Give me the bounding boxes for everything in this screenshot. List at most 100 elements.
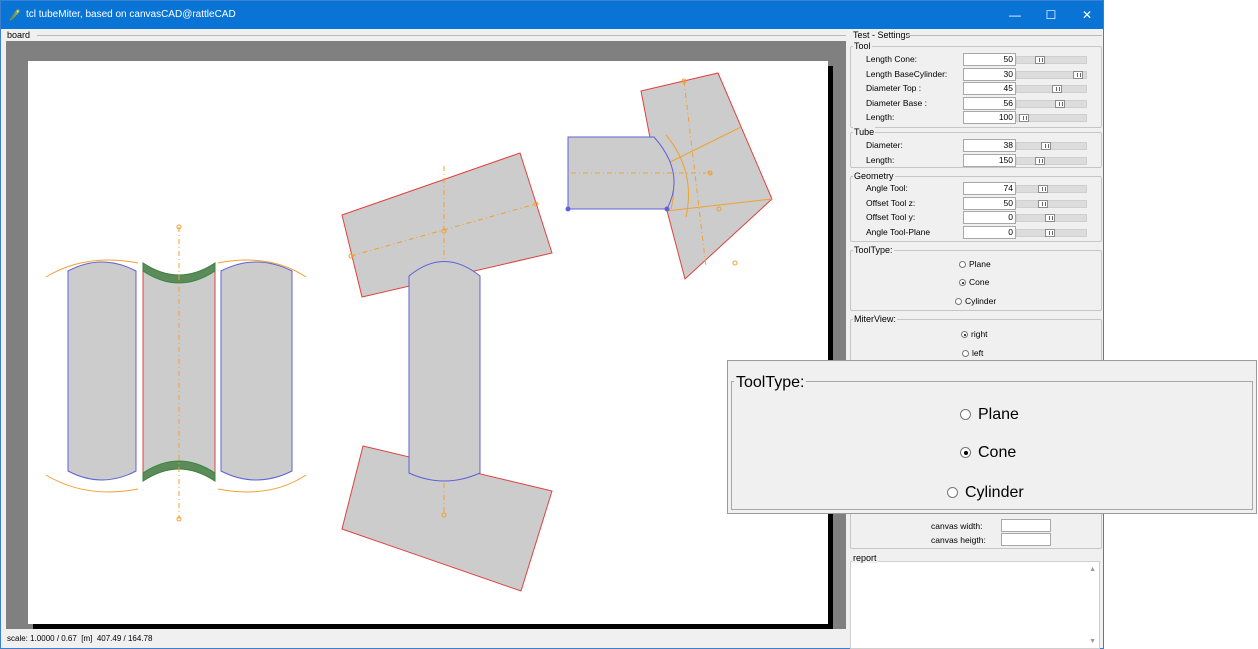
slider-thumb[interactable] (1055, 99, 1065, 108)
geometry-param-slider[interactable] (1016, 214, 1087, 222)
canvas-drawing[interactable] (6, 41, 846, 629)
radio-left[interactable] (962, 350, 969, 357)
tool-param-slider[interactable] (1016, 56, 1087, 64)
status-bar: scale: 1.0000 / 0.67 [m] 407.49 / 164.78 (7, 634, 153, 643)
canvas-width-field[interactable] (1001, 519, 1051, 532)
geometry-param-label: Offset Tool y: (866, 212, 916, 222)
zoom-radio-plane-label: Plane (978, 406, 1019, 423)
tool-param-row: Length BaseCylinder: 30 (851, 67, 1101, 81)
tube-param-value-field[interactable]: 150 (963, 153, 1016, 167)
radio-cone-label: Cone (969, 277, 990, 287)
app-window: tcl tubeMiter, based on canvasCAD@rattle… (0, 0, 1104, 649)
radio-plane-label: Plane (969, 259, 991, 269)
miterview-group: MiterView: right left (850, 314, 1102, 363)
slider-thumb[interactable] (1045, 228, 1055, 237)
tool-param-value-field[interactable]: 30 (963, 67, 1016, 81)
tool-param-label: Diameter Base : (866, 97, 927, 108)
tooltype-group: ToolType: Plane Cone Cylinder (850, 245, 1102, 311)
tube-param-slider[interactable] (1016, 142, 1087, 150)
tube-vertical (408, 261, 481, 482)
tool-param-value-field[interactable]: 56 (963, 96, 1016, 110)
geometry-group-label: Geometry (853, 171, 895, 181)
radio-left-label: left (972, 348, 984, 358)
minimize-button[interactable]: — (997, 1, 1033, 29)
tube-group-label: Tube (853, 127, 876, 137)
radio-cone[interactable] (959, 279, 966, 286)
geometry-param-row: Offset Tool z: 50 (851, 196, 1101, 210)
slider-thumb[interactable] (1041, 142, 1051, 150)
zoom-radio-cylinder[interactable] (947, 487, 958, 498)
tool-param-slider[interactable] (1016, 114, 1087, 122)
tool-param-value-field[interactable]: 100 (963, 111, 1016, 124)
slider-thumb[interactable] (1019, 114, 1029, 122)
geometry-param-slider[interactable] (1016, 228, 1087, 237)
geometry-param-slider[interactable] (1016, 199, 1087, 208)
tool-param-value-field[interactable]: 50 (963, 53, 1016, 66)
miterview-group-label: MiterView: (853, 314, 897, 324)
tool-group-label: Tool (853, 41, 872, 51)
title-bar[interactable]: tcl tubeMiter, based on canvasCAD@rattle… (1, 1, 1103, 29)
slider-thumb[interactable] (1038, 199, 1048, 208)
tooltype-zoom-callout: ToolType: Plane Cone Cylinder (727, 360, 1257, 514)
geometry-param-value-field[interactable]: 0 (963, 225, 1016, 239)
zoom-radio-plane[interactable] (960, 409, 971, 420)
tool-param-row: Diameter Base : 56 (851, 96, 1101, 110)
tool-param-slider[interactable] (1016, 85, 1087, 93)
geometry-param-label: Offset Tool z: (866, 197, 916, 208)
geometry-param-slider[interactable] (1016, 185, 1087, 193)
feather-icon (9, 9, 20, 21)
slider-thumb[interactable] (1038, 185, 1048, 193)
geometry-param-value-field[interactable]: 74 (963, 182, 1016, 195)
zoom-radio-cylinder-label: Cylinder (965, 484, 1024, 501)
tube-group: Tube Diameter: 38 Length: 150 (850, 127, 1102, 168)
radio-right[interactable] (961, 331, 968, 338)
tool-param-value-field[interactable]: 45 (963, 82, 1016, 95)
settings-title: Test - Settings (853, 30, 911, 40)
geometry-param-value-field[interactable]: 0 (963, 211, 1016, 224)
geometry-param-value-field[interactable]: 50 (963, 196, 1016, 210)
geometry-group: Geometry Angle Tool: 74 Offset Tool z: 50 Of… (850, 171, 1102, 242)
geometry-param-row: Angle Tool-Plane 0 (851, 225, 1101, 239)
slider-thumb[interactable] (1045, 214, 1055, 222)
scroll-down-icon[interactable]: ▼ (1089, 638, 1096, 646)
tool-param-row: Diameter Top : 45 (851, 82, 1101, 95)
tube-param-slider[interactable] (1016, 156, 1087, 165)
slider-thumb[interactable] (1035, 156, 1045, 165)
tool-param-row: Length: 100 (851, 111, 1101, 124)
zoom-tooltype-label: ToolType: (734, 374, 807, 391)
tube-param-row: Length: 150 (851, 153, 1101, 167)
tooltype-group-label: ToolType: (853, 245, 894, 255)
radio-plane[interactable] (959, 261, 966, 268)
geometry-param-label: Angle Tool-Plane (866, 226, 931, 237)
zoom-radio-cone[interactable] (960, 447, 971, 458)
status-group: canvas width: canvas heigth: (850, 513, 1102, 549)
tool-param-slider[interactable] (1016, 99, 1087, 108)
report-text-area[interactable]: ▲ ▼ (850, 561, 1100, 649)
tube-param-label: Length: (866, 154, 895, 165)
slider-thumb[interactable] (1052, 85, 1062, 93)
window-title: tcl tubeMiter, based on canvasCAD@rattle… (26, 9, 236, 20)
settings-frame-line (907, 35, 1102, 36)
canvas-width-label: canvas width: (931, 521, 983, 531)
geometry-param-row: Angle Tool: 74 (851, 182, 1101, 195)
canvas-height-field[interactable] (1001, 533, 1051, 546)
maximize-button[interactable]: ☐ (1033, 1, 1069, 29)
tool-param-label: Length BaseCylinder: (866, 68, 948, 79)
slider-thumb[interactable] (1073, 70, 1083, 79)
close-button[interactable]: ✕ (1069, 1, 1105, 29)
scroll-up-icon[interactable]: ▲ (1089, 566, 1096, 574)
report-label: report (852, 553, 878, 563)
radio-cylinder[interactable] (955, 298, 962, 305)
tool-param-label: Length Cone: (866, 54, 918, 64)
tool-param-row: Length Cone: 50 (851, 53, 1101, 66)
board-label: board (7, 30, 31, 40)
drawing-board[interactable] (6, 41, 846, 629)
tube-param-label: Diameter: (866, 140, 903, 150)
zoom-radio-cone-label: Cone (978, 444, 1017, 461)
tube-param-row: Diameter: 38 (851, 139, 1101, 152)
tool-param-slider[interactable] (1016, 70, 1087, 79)
tube-param-value-field[interactable]: 38 (963, 139, 1016, 152)
slider-thumb[interactable] (1035, 56, 1045, 64)
geometry-param-label: Angle Tool: (866, 183, 908, 193)
radio-right-label: right (971, 329, 988, 339)
